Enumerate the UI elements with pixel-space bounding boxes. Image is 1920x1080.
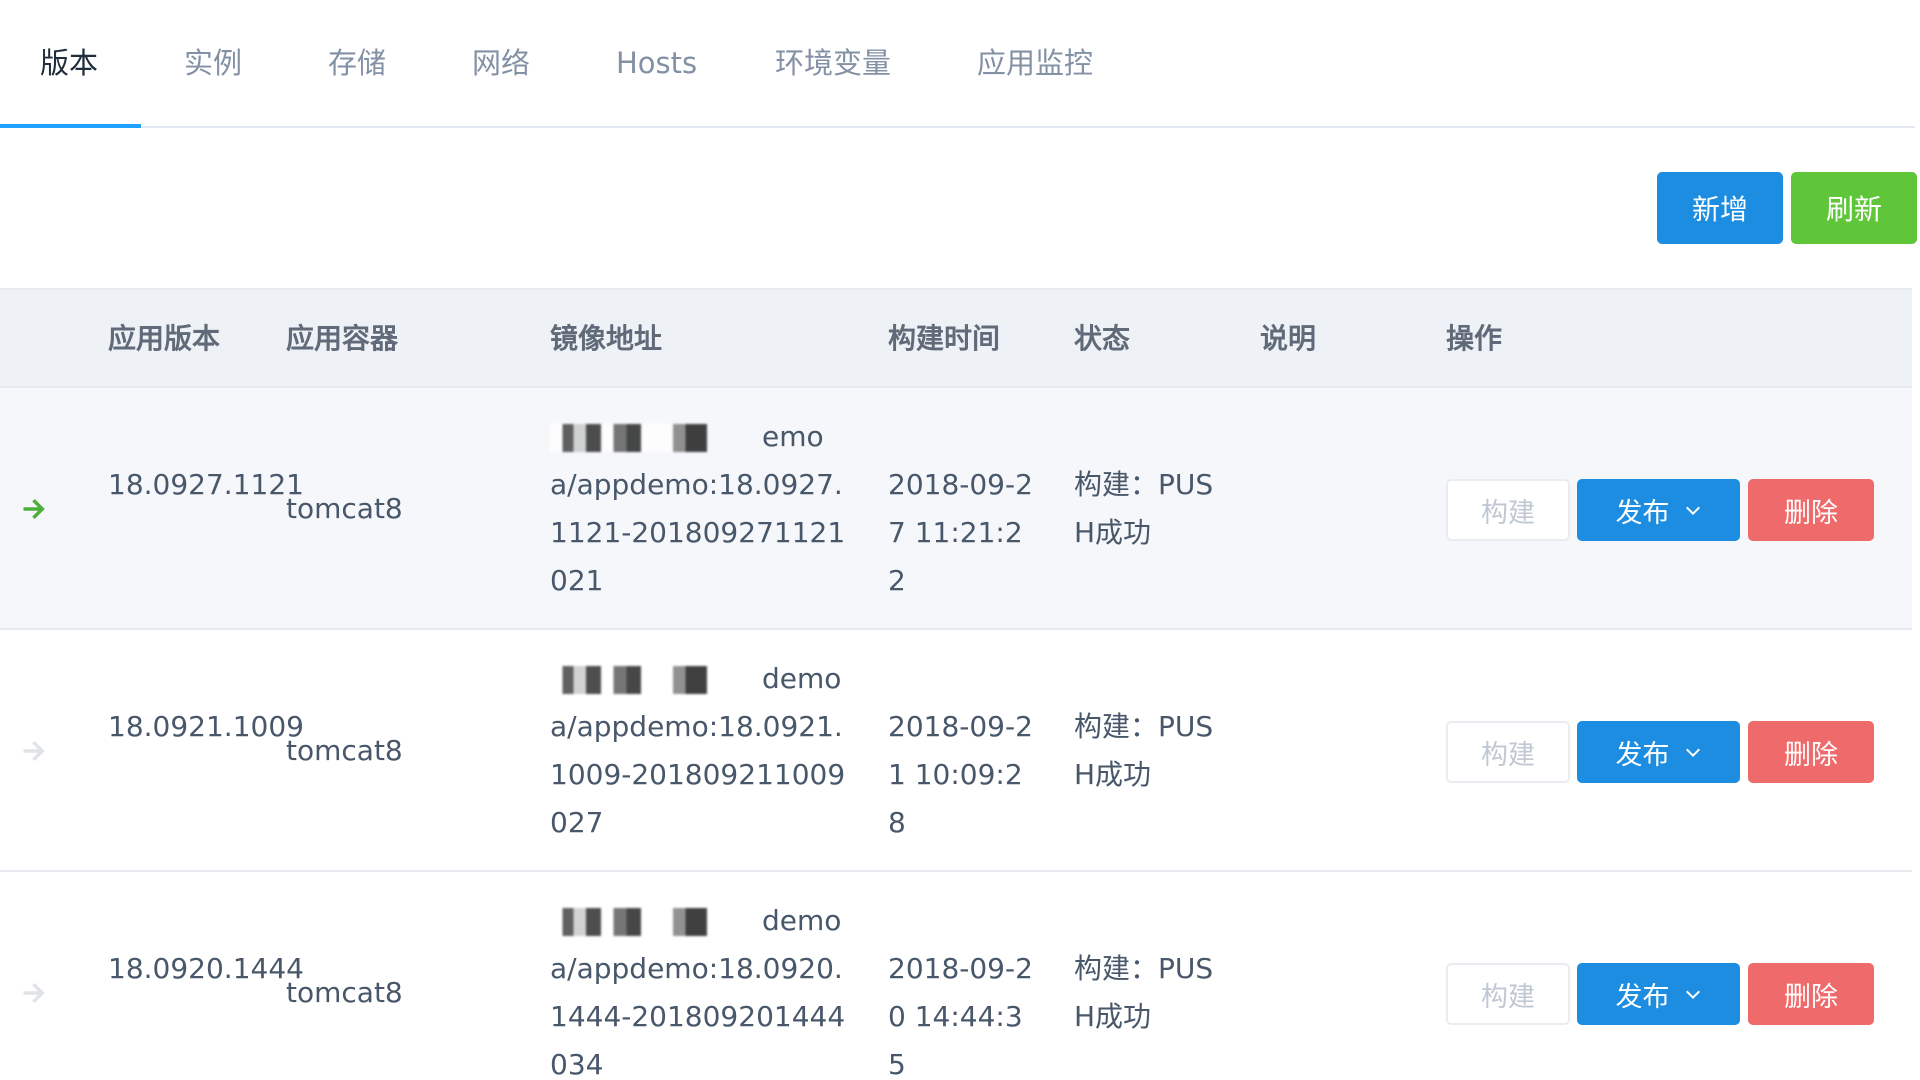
status-cell: 构建：PUSH成功: [1074, 468, 1214, 549]
column-header-build-time: 构建时间: [888, 322, 1001, 355]
publish-dropdown-button[interactable]: 发布: [1577, 963, 1740, 1025]
image-path: a/appdemo:18.0920.1444-201809201444034: [550, 952, 846, 1080]
delete-button[interactable]: 删除: [1748, 479, 1874, 541]
build-time-cell: 2018-09-27 11:21:22: [888, 468, 1033, 597]
tab-monitoring[interactable]: 应用监控: [977, 38, 1093, 88]
column-header-note: 说明: [1260, 322, 1317, 355]
set-current-arrow-icon[interactable]: [20, 979, 48, 1007]
build-time-cell: 2018-09-21 10:09:28: [888, 710, 1033, 839]
redaction-mask: [550, 424, 762, 452]
app-version-page: 版本 实例 存储 网络 Hosts 环境变量 应用监控 新增 刷新 应用版本 应…: [0, 0, 1920, 1080]
tab-hosts[interactable]: Hosts: [616, 38, 697, 88]
tab-network[interactable]: 网络: [472, 38, 530, 88]
redaction-mask: [550, 908, 762, 936]
image-cell: emo a/appdemo:18.0927.1121-2018092711210…: [550, 413, 850, 605]
publish-dropdown-button[interactable]: 发布: [1577, 721, 1740, 783]
container-cell: tomcat8: [286, 976, 403, 1009]
column-header-actions: 操作: [1446, 322, 1503, 355]
image-cell: demo a/appdemo:18.0921.1009-201809211009…: [550, 655, 850, 847]
image-registry-redacted: emo: [550, 413, 850, 461]
tab-instances[interactable]: 实例: [184, 38, 242, 88]
container-cell: tomcat8: [286, 492, 403, 525]
delete-button[interactable]: 删除: [1748, 721, 1874, 783]
chevron-down-icon: [1685, 748, 1700, 758]
column-header-status: 状态: [1074, 322, 1131, 355]
container-cell: tomcat8: [286, 734, 403, 767]
build-button[interactable]: 构建: [1446, 721, 1570, 783]
status-cell: 构建：PUSH成功: [1074, 952, 1214, 1033]
tab-env-vars[interactable]: 环境变量: [775, 38, 891, 88]
build-button[interactable]: 构建: [1446, 479, 1570, 541]
tab-storage[interactable]: 存储: [328, 38, 386, 88]
set-current-arrow-icon[interactable]: [20, 737, 48, 765]
versions-table: 应用版本 应用容器 镜像地址 构建时间 状态 说明 操作 18.0927.112…: [0, 288, 1912, 1080]
build-button[interactable]: 构建: [1446, 963, 1570, 1025]
chevron-down-icon: [1685, 990, 1700, 1000]
image-registry-redacted: demo: [550, 897, 850, 945]
image-registry-redacted: demo: [550, 655, 850, 703]
publish-dropdown-button[interactable]: 发布: [1577, 479, 1740, 541]
tab-versions[interactable]: 版本: [40, 38, 98, 88]
column-header-version: 应用版本: [108, 322, 221, 355]
refresh-button[interactable]: 刷新: [1791, 172, 1917, 244]
version-cell: 18.0927.1121: [108, 468, 304, 501]
version-cell: 18.0920.1444: [108, 952, 304, 985]
build-time-cell: 2018-09-20 14:44:35: [888, 952, 1033, 1080]
add-button[interactable]: 新增: [1657, 172, 1783, 244]
column-header-image: 镜像地址: [550, 322, 663, 355]
status-cell: 构建：PUSH成功: [1074, 710, 1214, 791]
image-cell: demo a/appdemo:18.0920.1444-201809201444…: [550, 897, 850, 1080]
table-row: 18.0927.1121 tomcat8 emo a/appdemo:18.09…: [0, 388, 1912, 630]
image-path: a/appdemo:18.0921.1009-201809211009027: [550, 710, 846, 839]
table-row: 18.0921.1009 tomcat8 demo a/appdemo:18.0…: [0, 630, 1912, 872]
tab-bar: 版本 实例 存储 网络 Hosts 环境变量 应用监控: [0, 0, 1915, 128]
table-header: 应用版本 应用容器 镜像地址 构建时间 状态 说明 操作: [0, 290, 1912, 388]
delete-button[interactable]: 删除: [1748, 963, 1874, 1025]
table-row: 18.0920.1444 tomcat8 demo a/appdemo:18.0…: [0, 872, 1912, 1080]
image-path: a/appdemo:18.0927.1121-201809271121021: [550, 468, 846, 597]
column-header-container: 应用容器: [286, 322, 399, 355]
chevron-down-icon: [1685, 506, 1700, 516]
current-version-arrow-icon: [23, 498, 45, 520]
version-cell: 18.0921.1009: [108, 710, 304, 743]
active-tab-indicator: [0, 124, 141, 128]
redaction-mask: [550, 666, 762, 694]
